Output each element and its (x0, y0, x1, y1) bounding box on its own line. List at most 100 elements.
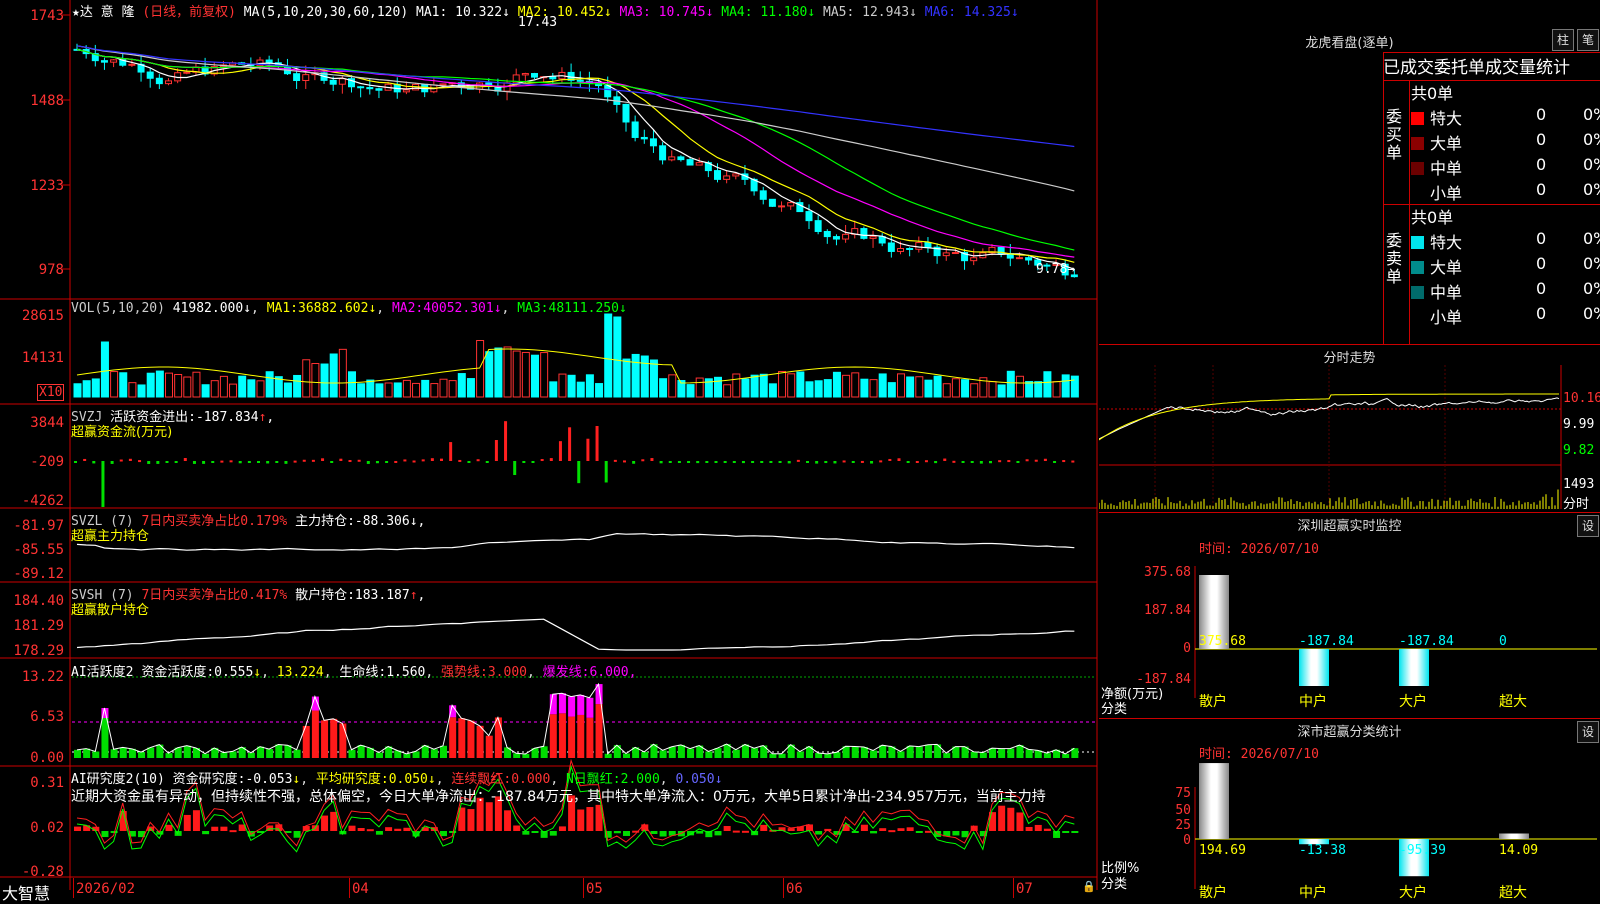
tick-view-button[interactable]: 笔 (1577, 29, 1599, 51)
svzj-axis-label: -4262 (22, 493, 64, 509)
flow-bar (613, 459, 617, 462)
volume-header: VOL(5,10,20) 41982.000↓, MA1:36882.602↓,… (71, 301, 627, 316)
activity-bar (705, 751, 713, 758)
volume-bar (869, 379, 878, 398)
intraday-vol-max: 1493 (1563, 477, 1595, 492)
volume-bar (503, 346, 512, 398)
flow-bar (769, 461, 773, 463)
research-bar (558, 826, 566, 831)
volume-bar (91, 378, 100, 398)
flow-bar (815, 461, 819, 464)
volume-bar (165, 372, 173, 398)
flow-bar (586, 438, 590, 461)
chart-mode[interactable]: (日线，前复权) (142, 5, 236, 20)
flow-bar (577, 461, 581, 484)
flow-bar (1016, 461, 1020, 463)
research-bar (385, 827, 393, 831)
chart-area[interactable]: 1743 1488 1233 978 28615 14131 3844 -209 -4262 -8… (0, 0, 1098, 900)
research-bar (577, 809, 585, 831)
flow-bar (119, 459, 123, 462)
flow-bar (751, 461, 755, 463)
candle (640, 136, 648, 140)
research-bar (714, 831, 722, 836)
flow-bar (1071, 460, 1075, 463)
volume-bar (1015, 375, 1024, 398)
flow-bar (421, 459, 425, 462)
candle (146, 71, 154, 79)
color-swatch (1411, 137, 1424, 150)
activity-bar (668, 746, 676, 758)
volume-bar (714, 376, 722, 398)
research-bar (879, 828, 887, 831)
order-count: 0 (1536, 254, 1547, 273)
activity-bar (165, 753, 173, 758)
flow-bar (366, 461, 370, 464)
flow-bar (540, 459, 544, 462)
activity-bar (138, 752, 146, 758)
order-count: 0 (1536, 304, 1547, 323)
flow-bar (165, 461, 169, 463)
research-bar (229, 830, 237, 833)
activity-bar (586, 717, 594, 758)
research-bar (1043, 828, 1051, 831)
activity-bar (568, 716, 576, 758)
app-logo[interactable]: 大智慧 (2, 880, 50, 904)
svsh-subtitle: 超赢散户持仓 (71, 603, 150, 618)
order-count: 0 (1536, 105, 1547, 124)
research-bar (192, 810, 200, 831)
volume-bar (649, 359, 658, 398)
activity-bar (1007, 748, 1015, 758)
activity-bar (714, 748, 722, 758)
order-size-label: 大单 (1430, 258, 1463, 277)
intraday-chart[interactable] (1099, 365, 1600, 509)
volume-bar (1052, 381, 1061, 398)
research-bar (998, 805, 1006, 831)
research-bar (732, 830, 740, 833)
candle (805, 211, 813, 222)
activity-bar (449, 717, 457, 758)
activity-bar (751, 748, 759, 758)
flow-bar (906, 461, 910, 463)
flow-bar (449, 442, 453, 461)
flow-bar (659, 461, 663, 464)
volume-bar (878, 373, 887, 398)
research-bar (440, 831, 447, 837)
activity-bar (897, 751, 905, 758)
ma-line-6 (76, 45, 1075, 148)
sell-row: 小单 0 0% (1411, 304, 1600, 328)
volume-bar (439, 378, 448, 398)
activity-bar (741, 744, 749, 758)
activity-peak (568, 696, 576, 717)
activity-bar (851, 746, 859, 758)
flow-bar (915, 460, 919, 463)
price-axis-label: 1488 (30, 93, 64, 109)
ai2-axis-label: 0.31 (30, 775, 64, 791)
price-axis-label: 978 (39, 262, 64, 278)
volume-bar (302, 359, 311, 398)
category-bar (1199, 763, 1229, 839)
volume-bar (631, 353, 640, 398)
candle (887, 242, 895, 252)
volume-bar (457, 373, 466, 398)
flow-bar (604, 461, 608, 483)
bar-chart-axis-label: 50 (1175, 803, 1191, 818)
bar-view-button[interactable]: 柱 (1552, 29, 1574, 51)
flow-bar (824, 461, 828, 464)
research-bar (1034, 824, 1042, 831)
intraday-price-mid: 9.99 (1563, 417, 1595, 432)
vol-axis-label: 14131 (22, 350, 64, 366)
activity-bar (110, 749, 118, 758)
volume-bar (73, 383, 82, 398)
volume-bar (595, 383, 604, 398)
activity-bar (677, 744, 685, 758)
lock-icon[interactable]: 🔒 (1082, 880, 1096, 893)
svsh-axis-label: 178.29 (13, 643, 64, 659)
candle (521, 73, 529, 76)
activity-bar (641, 751, 649, 758)
volume-bar (796, 371, 805, 398)
category-label: 大户 (1399, 884, 1427, 901)
flow-bar (623, 460, 626, 463)
candle (915, 242, 923, 250)
flow-bar (732, 461, 736, 464)
stock-name[interactable]: ★达 意 隆 (72, 5, 134, 20)
